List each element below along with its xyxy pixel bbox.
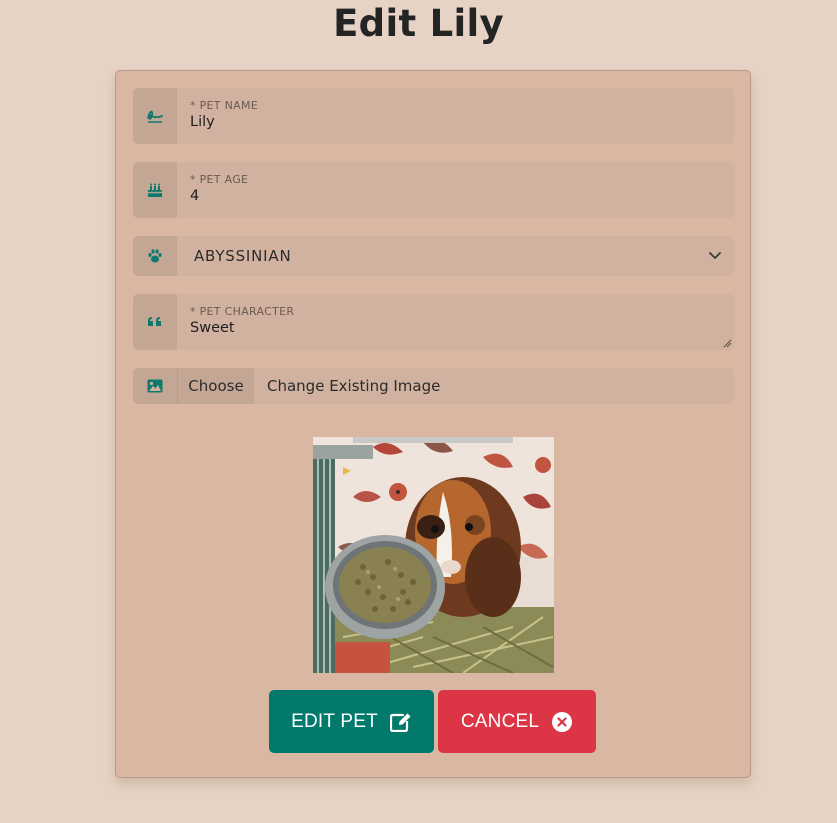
- resize-handle-icon[interactable]: [722, 338, 732, 348]
- birthday-cake-icon: [133, 162, 177, 218]
- image-upload-field[interactable]: Choose Change Existing Image: [133, 368, 734, 404]
- pet-character-label: * PET CHARACTER: [190, 305, 295, 318]
- breed-select[interactable]: ABYSSINIAN: [177, 236, 734, 276]
- edit-icon: [389, 712, 412, 732]
- breed-selected-value: ABYSSINIAN: [194, 247, 292, 265]
- edit-pet-button[interactable]: EDIT PET: [269, 690, 434, 753]
- pet-age-field[interactable]: * PET AGE 4: [133, 162, 734, 218]
- cancel-button-label: CANCEL: [460, 710, 540, 732]
- chevron-down-icon[interactable]: [708, 251, 722, 261]
- image-icon: [133, 368, 177, 404]
- page-title: Edit Lily: [333, 2, 504, 45]
- pet-character-field[interactable]: * PET CHARACTER Sweet: [133, 294, 734, 350]
- pet-photo: [313, 437, 554, 673]
- close-circle-icon: [551, 711, 573, 733]
- pet-age-input[interactable]: 4: [190, 188, 722, 204]
- pet-name-label: * PET NAME: [190, 99, 258, 112]
- edit-pet-button-label: EDIT PET: [291, 710, 378, 732]
- choose-file-button[interactable]: Choose: [177, 368, 254, 404]
- pet-name-field[interactable]: * PET NAME Lily: [133, 88, 734, 144]
- signature-icon: [133, 88, 177, 144]
- edit-pet-form: * PET NAME Lily * PET AGE 4 ABYSSINIAN *…: [115, 70, 751, 778]
- file-name-text: Change Existing Image: [267, 377, 441, 395]
- breed-select-field[interactable]: ABYSSINIAN: [133, 236, 734, 276]
- pet-character-textarea[interactable]: Sweet: [190, 320, 722, 336]
- pet-age-label: * PET AGE: [190, 173, 249, 186]
- pet-name-input[interactable]: Lily: [190, 114, 722, 130]
- cancel-button[interactable]: CANCEL: [438, 690, 596, 753]
- quote-icon: [133, 294, 177, 350]
- paw-icon: [133, 236, 177, 276]
